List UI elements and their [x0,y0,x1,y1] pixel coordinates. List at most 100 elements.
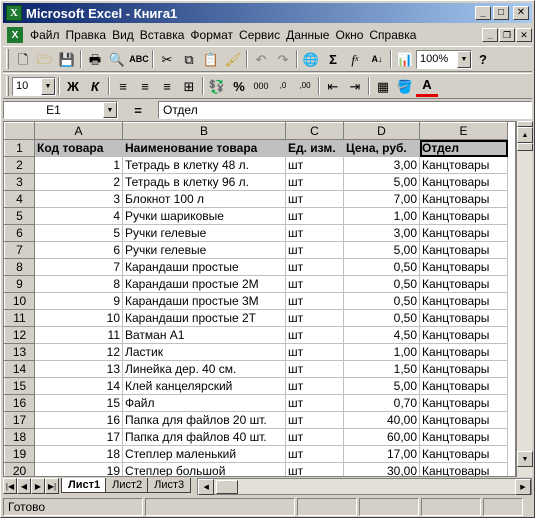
cell-e[interactable]: Канцтовары [419,275,508,293]
cell-b[interactable]: Карандаши простые 2Т [122,309,286,327]
cell-e[interactable]: Канцтовары [419,411,508,429]
undo-icon[interactable]: ↶ [250,48,272,70]
row-header[interactable]: 10 [4,292,35,310]
row-header[interactable]: 9 [4,275,35,293]
italic-icon[interactable]: К [84,75,106,97]
name-box[interactable]: E1 ▼ [3,101,118,119]
cell-d[interactable]: 1,00 [343,207,420,225]
cell-c[interactable]: шт [285,224,344,242]
row-header[interactable]: 7 [4,241,35,259]
scroll-thumb[interactable] [517,143,533,151]
close-button[interactable]: ✕ [513,6,529,20]
column-header-a[interactable]: A [34,122,123,140]
cell-d[interactable]: 7,00 [343,190,420,208]
cell-b[interactable]: Наименование товара [122,139,286,157]
percent-icon[interactable]: % [228,75,250,97]
cell-a[interactable]: 11 [34,326,123,344]
cell-e[interactable]: Канцтовары [419,462,508,476]
row-header[interactable]: 3 [4,173,35,191]
doc-minimize-button[interactable]: _ [482,28,498,42]
cell-d[interactable]: 3,00 [343,224,420,242]
row-header[interactable]: 19 [4,445,35,463]
cell-e[interactable]: Канцтовары [419,326,508,344]
row-header[interactable]: 14 [4,360,35,378]
cell-d[interactable]: 0,50 [343,258,420,276]
cell-c[interactable]: шт [285,156,344,174]
cell-d[interactable]: 0,50 [343,292,420,310]
cell-c[interactable]: шт [285,428,344,446]
bold-icon[interactable]: Ж [62,75,84,97]
scroll-track[interactable] [517,151,532,451]
menu-edit[interactable]: Правка [63,26,110,44]
cell-a[interactable]: 4 [34,207,123,225]
thousands-separator-icon[interactable]: 000 [250,75,272,97]
cell-d[interactable]: 1,00 [343,343,420,361]
cell-a[interactable]: 15 [34,394,123,412]
cell-a[interactable]: 10 [34,309,123,327]
scroll-down-icon[interactable]: ▼ [517,451,533,467]
cell-c[interactable]: шт [285,326,344,344]
minimize-button[interactable]: _ [475,6,491,20]
row-header[interactable]: 5 [4,207,35,225]
first-sheet-icon[interactable]: |◀ [3,478,17,494]
cell-e[interactable]: Канцтовары [419,292,508,310]
cell-d[interactable]: 30,00 [343,462,420,476]
cell-e[interactable]: Канцтовары [419,394,508,412]
next-sheet-icon[interactable]: ▶ [31,478,45,494]
cell-b[interactable]: Карандаши простые 2М [122,275,286,293]
menu-view[interactable]: Вид [109,26,137,44]
cell-a[interactable]: 2 [34,173,123,191]
chevron-down-icon[interactable]: ▼ [41,77,55,95]
cell-c[interactable]: Ед. изм. [285,139,344,157]
save-icon[interactable]: 💾 [56,48,78,70]
row-header[interactable]: 20 [4,462,35,476]
cell-c[interactable]: шт [285,411,344,429]
menu-window[interactable]: Окно [332,26,366,44]
format-painter-icon[interactable]: 🖌 [222,48,244,70]
scroll-up-icon[interactable]: ▲ [517,127,533,143]
cell-d[interactable]: 5,00 [343,173,420,191]
select-all-corner[interactable] [4,122,35,140]
cell-b[interactable]: Ручки гелевые [122,241,286,259]
maximize-button[interactable]: □ [493,6,509,20]
cell-c[interactable]: шт [285,241,344,259]
hyperlink-icon[interactable]: 🌐 [300,48,322,70]
row-header[interactable]: 2 [4,156,35,174]
cell-b[interactable]: Папка для файлов 20 шт. [122,411,286,429]
cell-c[interactable]: шт [285,292,344,310]
excel-app-icon[interactable]: X [6,5,22,21]
cell-d[interactable]: 40,00 [343,411,420,429]
menu-file[interactable]: Файл [27,26,63,44]
cell-a[interactable]: 7 [34,258,123,276]
new-document-icon[interactable]: 🗋 [12,48,34,70]
print-preview-icon[interactable]: 🔍 [106,48,128,70]
chart-wizard-icon[interactable]: 📊 [394,48,416,70]
cell-e[interactable]: Канцтовары [419,156,508,174]
cell-e[interactable]: Канцтовары [419,190,508,208]
menu-insert[interactable]: Вставка [137,26,188,44]
menu-data[interactable]: Данные [283,26,332,44]
cell-e[interactable]: Канцтовары [419,173,508,191]
cell-e[interactable]: Канцтовары [419,343,508,361]
formula-input[interactable]: Отдел [158,101,532,119]
cell-e[interactable]: Канцтовары [419,241,508,259]
cell-b[interactable]: Карандаши простые 3М [122,292,286,310]
cell-c[interactable]: шт [285,173,344,191]
cell-c[interactable]: шт [285,207,344,225]
cell-b[interactable]: Степлер большой [122,462,286,476]
cell-d[interactable]: 17,00 [343,445,420,463]
sort-ascending-icon[interactable]: A↓ [366,48,388,70]
cell-c[interactable]: шт [285,343,344,361]
sheet-tab-1[interactable]: Лист1 [61,478,108,493]
cell-a[interactable]: 3 [34,190,123,208]
prev-sheet-icon[interactable]: ◀ [17,478,31,494]
cell-b[interactable]: Ластик [122,343,286,361]
cell-c[interactable]: шт [285,258,344,276]
cell-b[interactable]: Файл [122,394,286,412]
worksheet-grid[interactable]: A B C D E 1 Код товара Наименование товара… [3,121,516,477]
cell-a[interactable]: Код товара [34,139,123,157]
cell-c[interactable]: шт [285,462,344,476]
cell-e[interactable]: Отдел [419,139,508,157]
menu-tools[interactable]: Сервис [236,26,283,44]
cell-b[interactable]: Степлер маленький [122,445,286,463]
